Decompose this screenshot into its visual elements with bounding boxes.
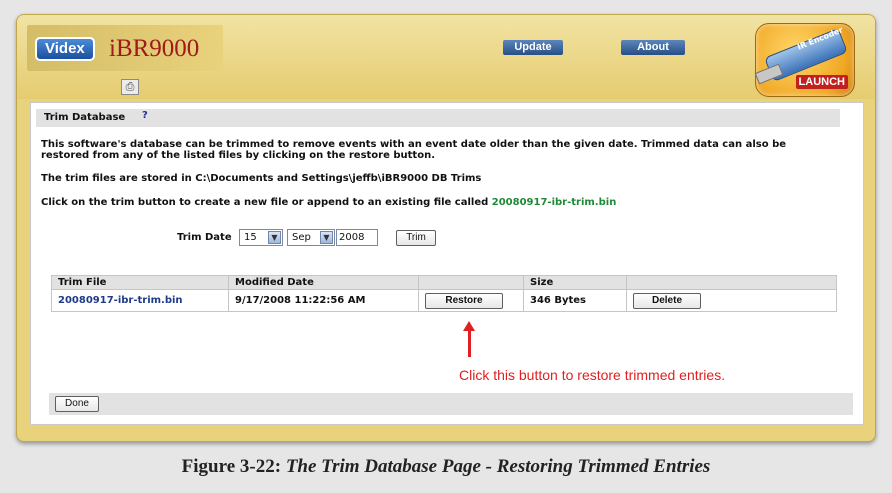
done-button[interactable]: Done	[55, 396, 99, 412]
figure-title: The Trim Database Page - Restoring Trimm…	[285, 456, 711, 477]
column-header: Size	[523, 275, 627, 290]
day-select[interactable]: 15 ▼	[239, 229, 283, 246]
day-value: 15	[244, 232, 257, 243]
column-header	[626, 275, 837, 290]
modified-date-cell: 9/17/2008 11:22:56 AM	[228, 289, 419, 312]
update-button[interactable]: Update	[503, 40, 563, 55]
trim-instruction-prefix: Click on the trim button to create a new…	[41, 197, 492, 208]
delete-button[interactable]: Delete	[633, 292, 701, 309]
year-input[interactable]	[336, 229, 378, 246]
month-select[interactable]: Sep ▼	[287, 229, 335, 246]
figure-label: Figure 3-22:	[181, 456, 282, 477]
callout-text: Click this button to restore trimmed ent…	[459, 367, 726, 383]
page-title: Trim Database	[44, 112, 126, 123]
videx-logo: Videx	[35, 37, 95, 61]
trim-file-link[interactable]: 20080917-ibr-trim.bin	[58, 295, 183, 306]
about-button[interactable]: About	[621, 40, 685, 55]
printer-icon[interactable]: ⎙	[121, 79, 139, 95]
chevron-down-icon[interactable]: ▼	[268, 231, 281, 244]
product-name: iBR9000	[109, 35, 200, 62]
chevron-down-icon[interactable]: ▼	[320, 231, 333, 244]
trim-instruction-text: Click on the trim button to create a new…	[41, 197, 831, 208]
trim-button[interactable]: Trim	[396, 230, 436, 246]
launch-encoder-button[interactable]: IR Encoder LAUNCH	[754, 23, 855, 97]
table-row: 20080917-ibr-trim.bin 9/17/2008 11:22:56…	[51, 289, 837, 312]
trim-date-label: Trim Date	[177, 232, 232, 243]
main-content: Trim Database ? This software's database…	[30, 102, 864, 425]
logo: Videx iBR9000	[27, 25, 223, 71]
size-cell: 346 Bytes	[523, 289, 627, 312]
column-header: Trim File	[51, 275, 229, 290]
table-header-row: Trim File Modified Date Size	[51, 275, 837, 290]
app-frame: Videx iBR9000 ⎙ Update About IR Encoder …	[16, 14, 876, 442]
figure-caption: Figure 3-22: The Trim Database Page - Re…	[0, 456, 892, 478]
footer-bar: Done	[49, 393, 853, 415]
column-header: Modified Date	[228, 275, 419, 290]
launch-label: LAUNCH	[795, 75, 848, 89]
usb-plug-icon	[754, 63, 784, 85]
section-header: Trim Database ?	[36, 109, 840, 127]
trim-file-name: 20080917-ibr-trim.bin	[491, 197, 617, 208]
storage-path-text: The trim files are stored in C:\Document…	[41, 173, 482, 184]
app-header: Videx iBR9000 ⎙ Update About IR Encoder …	[17, 15, 875, 99]
column-header	[418, 275, 524, 290]
help-icon[interactable]: ?	[142, 110, 148, 121]
description-text: This software's database can be trimmed …	[41, 139, 787, 161]
trim-files-table: Trim File Modified Date Size 20080917-ib…	[51, 275, 837, 312]
month-value: Sep	[292, 232, 311, 243]
callout-arrow	[468, 329, 471, 357]
restore-button[interactable]: Restore	[425, 292, 503, 309]
